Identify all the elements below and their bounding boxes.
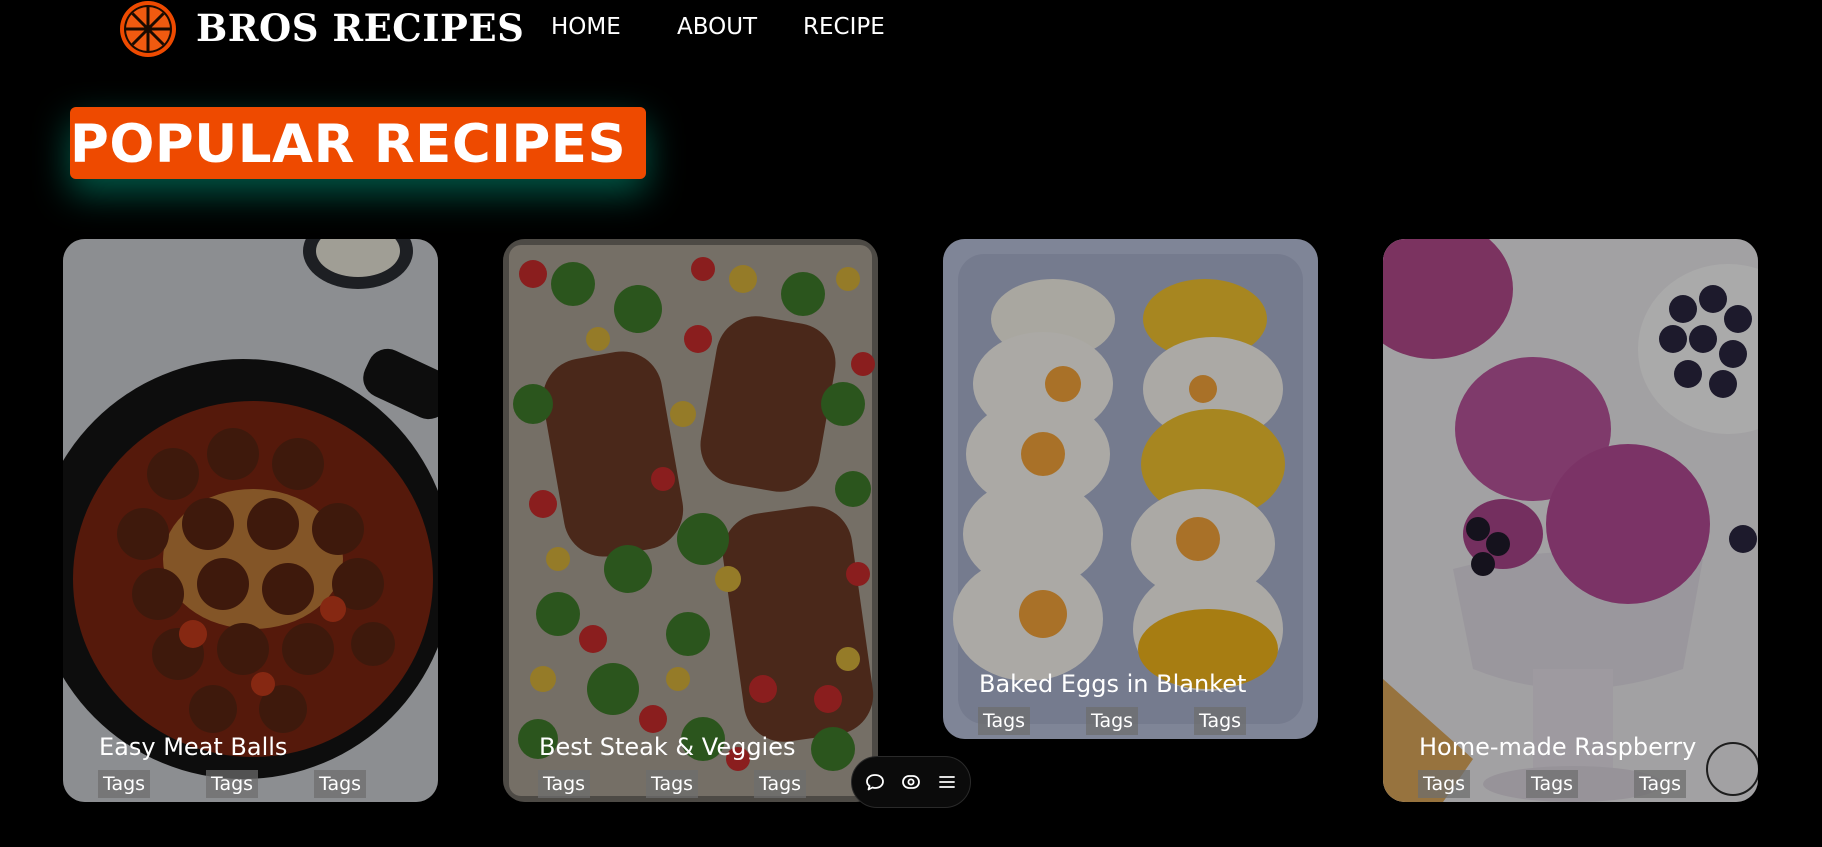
menu-icon[interactable] bbox=[937, 772, 957, 792]
eye-icon[interactable] bbox=[901, 772, 921, 792]
tag-chip[interactable]: Tags bbox=[754, 770, 807, 798]
tag-chip[interactable]: Tags bbox=[206, 770, 259, 798]
top-navbar: BROS RECIPES HOME ABOUT RECIPE bbox=[0, 0, 1822, 60]
tag-chip[interactable]: Tags bbox=[538, 770, 591, 798]
tag-chip[interactable]: Tags bbox=[1194, 707, 1247, 735]
tag-chip[interactable]: Tags bbox=[1418, 770, 1471, 798]
tag-chip[interactable]: Tags bbox=[646, 770, 699, 798]
orange-slice-icon[interactable] bbox=[117, 0, 179, 60]
recipe-card-meatballs[interactable]: Easy Meat Balls Tags Tags Tags bbox=[63, 239, 438, 802]
card-title: Easy Meat Balls bbox=[99, 733, 288, 761]
comment-icon[interactable] bbox=[865, 772, 885, 792]
card-title: Home-made Raspberry bbox=[1419, 733, 1697, 761]
tag-chip[interactable]: Tags bbox=[1526, 770, 1579, 798]
card-title: Best Steak & Veggies bbox=[539, 733, 796, 761]
nav-recipe[interactable]: RECIPE bbox=[803, 14, 885, 40]
tag-chip[interactable]: Tags bbox=[314, 770, 367, 798]
section-heading-box: POPULAR RECIPES bbox=[70, 107, 646, 179]
nav-home[interactable]: HOME bbox=[551, 14, 621, 40]
tag-chip[interactable]: Tags bbox=[1634, 770, 1687, 798]
recipe-card-raspberry[interactable]: Home-made Raspberry Tags Tags Tags bbox=[1383, 239, 1758, 802]
floating-toolbar bbox=[851, 756, 971, 808]
tag-chip[interactable]: Tags bbox=[98, 770, 151, 798]
card-title: Baked Eggs in Blanket bbox=[979, 670, 1247, 698]
nav-about[interactable]: ABOUT bbox=[677, 14, 757, 40]
tag-chip[interactable]: Tags bbox=[1086, 707, 1139, 735]
page-title: POPULAR RECIPES bbox=[70, 114, 627, 175]
brand-name[interactable]: BROS RECIPES bbox=[196, 6, 524, 50]
recipe-card-steak[interactable]: Best Steak & Veggies Tags Tags Tags bbox=[503, 239, 878, 802]
recipe-card-eggs[interactable]: Baked Eggs in Blanket Tags Tags Tags bbox=[943, 239, 1318, 739]
tag-chip[interactable]: Tags bbox=[978, 707, 1031, 735]
